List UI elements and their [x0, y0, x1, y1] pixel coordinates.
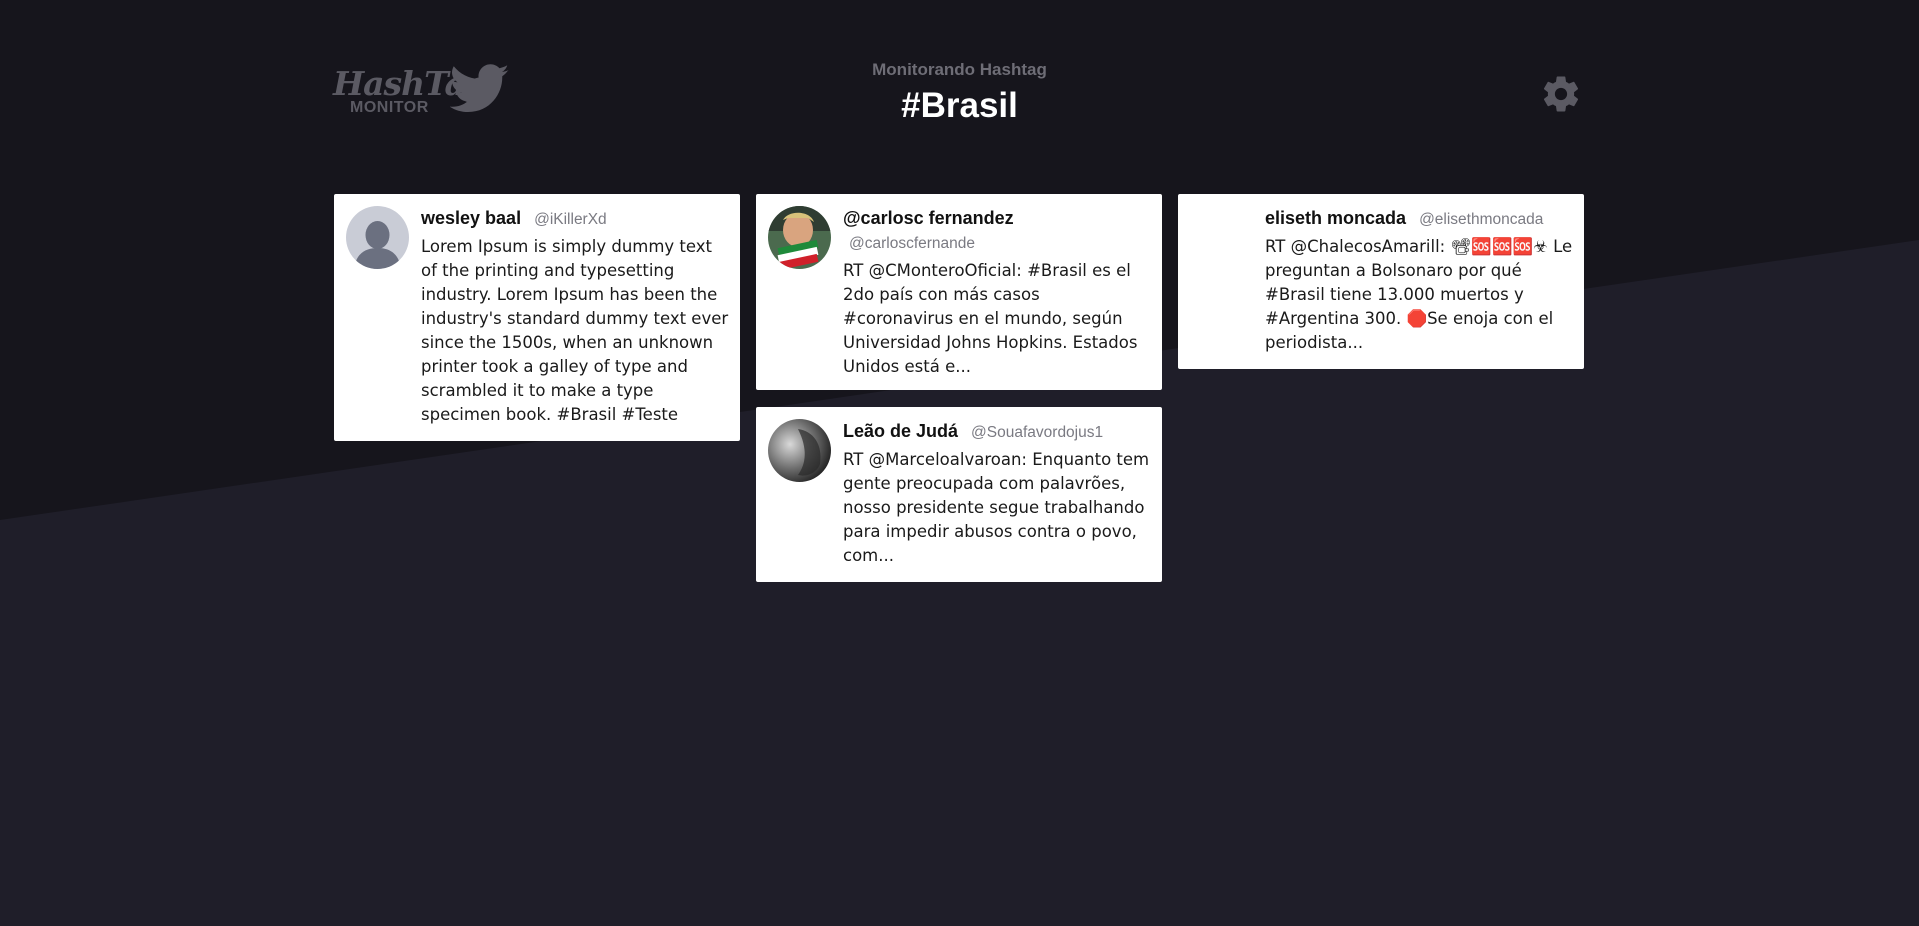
tweet-card: Leão de Judá @Souafavordojus1 RT @Marcel…: [756, 407, 1162, 582]
user-handle: @carloscfernande: [849, 235, 976, 252]
user-handle: @Souafavordojus1: [971, 424, 1104, 441]
default-avatar-icon: [346, 206, 409, 269]
user-handle: @iKillerXd: [534, 211, 607, 228]
tweet-card: wesley baal @iKillerXd Lorem Ipsum is si…: [334, 194, 740, 441]
user-name: Leão de Judá: [843, 421, 959, 441]
avatar: [768, 206, 831, 269]
tweet-card: eliseth moncada @elisethmoncada RT @Chal…: [1178, 194, 1584, 369]
page-title: #Brasil: [901, 86, 1018, 125]
tweet-content: wesley baal @iKillerXd Lorem Ipsum is si…: [421, 206, 730, 427]
user-photo-icon: [768, 419, 831, 482]
tweet-header: eliseth moncada @elisethmoncada: [1265, 206, 1574, 232]
avatar: [768, 419, 831, 482]
header: HashTag MONITOR Monitorando Hashtag #Bra…: [0, 0, 1919, 170]
monitoring-label: Monitorando Hashtag: [872, 60, 1047, 79]
user-photo-icon: [768, 206, 831, 269]
tweet-content: @carlosc fernandez @carloscfernande RT @…: [843, 206, 1152, 379]
tweet-text: RT @ChalecosAmarill: 📽🆘🆘🆘☣ Le preguntan …: [1265, 237, 1573, 352]
tweet-content: Leão de Judá @Souafavordojus1 RT @Marcel…: [843, 419, 1152, 568]
user-handle: @elisethmoncada: [1419, 211, 1544, 228]
tweet-card: @carlosc fernandez @carloscfernande RT @…: [756, 194, 1162, 390]
avatar: [346, 206, 409, 269]
user-name: @carlosc fernandez: [843, 208, 1014, 228]
tweet-header: wesley baal @iKillerXd: [421, 206, 730, 232]
tweet-text: RT @CMonteroOficial: #Brasil es el 2do p…: [843, 261, 1138, 376]
user-name: wesley baal: [421, 208, 522, 228]
user-name: eliseth moncada: [1265, 208, 1407, 228]
avatar: [1190, 206, 1253, 269]
tweet-text: RT @Marceloalvaroan: Enquanto tem gente …: [843, 450, 1150, 565]
tweet-header: @carlosc fernandez @carloscfernande: [843, 206, 1152, 256]
tweet-header: Leão de Judá @Souafavordojus1: [843, 419, 1152, 445]
tweet-text: Lorem Ipsum is simply dummy text of the …: [421, 237, 729, 424]
tweet-content: eliseth moncada @elisethmoncada RT @Chal…: [1265, 206, 1574, 355]
gear-icon[interactable]: [1540, 73, 1582, 115]
